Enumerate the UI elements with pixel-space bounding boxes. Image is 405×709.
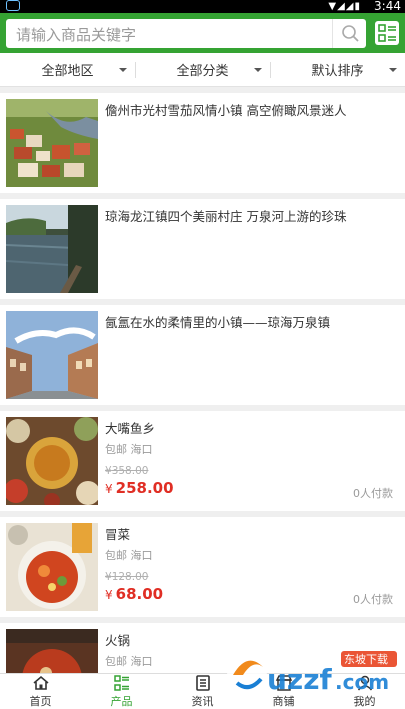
watermark-tag: 东坡下载 [344,653,388,666]
filter-bar: 全部地区 全部分类 默认排序 [0,53,405,87]
old-price-value: 358.00 [111,465,149,477]
filter-region-label: 全部地区 [41,64,94,79]
article-thumbnail [6,311,98,399]
price-symbol: ¥ [105,588,113,602]
tab-news-label: 资讯 [191,695,214,708]
watermark-domain: .com [335,670,389,694]
top-bar: 请输入商品关键字 [0,13,405,53]
article-title: 琼海龙江镇四个美丽村庄 万泉河上游的珍珠 [105,209,347,224]
product-name: 冒菜 [105,527,131,542]
list-icon [113,675,129,691]
status-bar: ▼◢◢▮ 3:44 [0,0,405,13]
article-title: 儋州市光村雪茄风情小镇 高空俯瞰风景迷人 [105,103,347,118]
product-shipping: 包邮 海口 [105,549,153,562]
status-time: 3:44 [374,0,401,13]
category-menu-button[interactable] [375,21,399,45]
filter-category-label: 全部分类 [176,64,229,79]
old-price-value: 128.00 [111,571,149,583]
tab-home[interactable]: 首页 [0,674,81,709]
filter-category[interactable]: 全部分类 [135,53,270,86]
article-item[interactable]: 氤氲在水的柔情里的小镇——琼海万泉镇 [0,305,405,405]
filter-region[interactable]: 全部地区 [0,53,135,86]
product-shipping: 包邮 海口 [105,443,153,456]
article-item[interactable]: 儋州市光村雪茄风情小镇 高空俯瞰风景迷人 [0,93,405,193]
caret-down-icon [254,68,262,72]
product-thumbnail [6,417,98,505]
search-box[interactable]: 请输入商品关键字 [6,19,366,48]
filter-sort-label: 默认排序 [311,64,364,79]
article-title: 氤氲在水的柔情里的小镇——琼海万泉镇 [105,315,331,330]
product-thumbnail [6,523,98,611]
article-item[interactable]: 琼海龙江镇四个美丽村庄 万泉河上游的珍珠 [0,199,405,299]
product-paid-count: 0人付款 [353,487,393,500]
product-price: ¥258.00 [105,479,174,497]
product-old-price: ¥128.00 [105,571,148,583]
watermark-brand: uzzf [267,663,333,696]
price-value: 68.00 [115,585,164,603]
app-notification-icon [6,0,20,11]
search-button[interactable] [332,19,366,48]
news-icon [195,675,210,691]
category-grid-icon [378,24,396,42]
product-name: 大嘴鱼乡 [105,421,156,436]
product-paid-count: 0人付款 [353,593,393,606]
old-price-symbol: ¥ [105,465,112,477]
product-item[interactable]: 大嘴鱼乡 包邮 海口 ¥358.00 ¥258.00 0人付款 [0,411,405,511]
price-symbol: ¥ [105,482,113,496]
signal-battery-icons: ▼◢◢▮ [328,1,361,12]
tab-home-label: 首页 [29,695,52,708]
home-icon [32,675,49,690]
article-thumbnail [6,205,98,293]
tab-products-label: 产品 [110,695,133,708]
article-thumbnail [6,99,98,187]
product-price: ¥68.00 [105,585,163,603]
caret-down-icon [119,68,127,72]
search-input[interactable]: 请输入商品关键字 [16,24,136,45]
tab-products[interactable]: 产品 [81,674,162,709]
price-value: 258.00 [115,479,174,497]
product-item[interactable]: 冒菜 包邮 海口 ¥128.00 ¥68.00 0人付款 [0,517,405,617]
filter-sort[interactable]: 默认排序 [270,53,405,86]
site-watermark-logo: uzzf .com 东坡下载 [227,651,397,696]
product-old-price: ¥358.00 [105,465,148,477]
search-icon [342,25,359,42]
old-price-symbol: ¥ [105,571,112,583]
caret-down-icon [389,68,397,72]
product-shipping: 包邮 海口 [105,655,153,668]
